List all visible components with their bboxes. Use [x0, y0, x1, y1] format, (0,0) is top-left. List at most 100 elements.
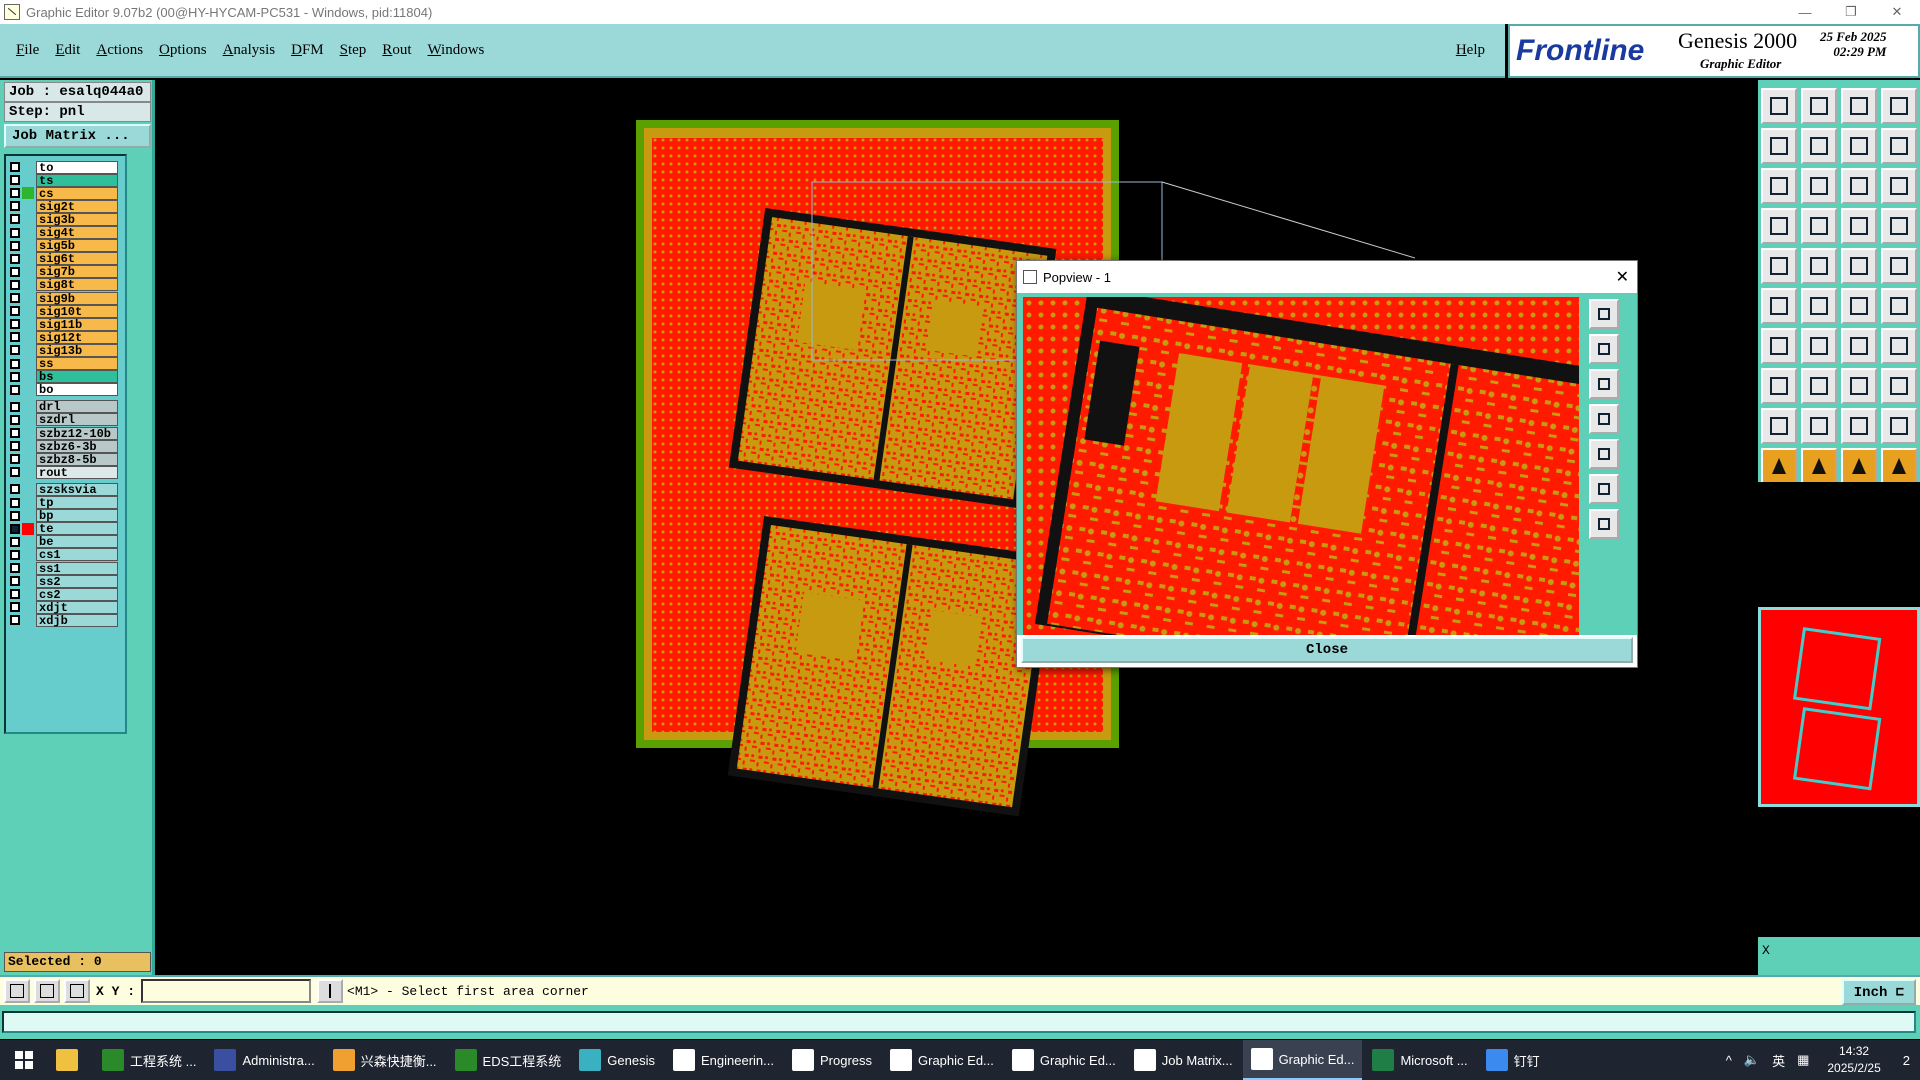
layer-row-sig11b[interactable]: sig11b — [10, 317, 126, 331]
layer-row-sig7b[interactable]: sig7b — [10, 265, 126, 279]
layer-color-swatch[interactable] — [22, 440, 34, 452]
layer-row-sig12t[interactable]: sig12t — [10, 330, 126, 344]
layer-checkbox[interactable] — [10, 454, 20, 465]
layer-checkbox[interactable] — [10, 549, 20, 560]
ime-indicator[interactable]: 英 — [1772, 1051, 1785, 1070]
layer-row-sig4t[interactable]: sig4t — [10, 226, 126, 240]
layer-name[interactable]: cs — [36, 186, 118, 200]
popview-window[interactable]: Popview - 1 ✕ Close — [1016, 260, 1638, 668]
popview-down-icon[interactable] — [1589, 369, 1619, 399]
layer-row-te[interactable]: te — [10, 522, 126, 536]
layer-checkbox[interactable] — [10, 615, 20, 626]
layer-checkbox[interactable] — [10, 484, 20, 495]
line-icon[interactable] — [1841, 248, 1877, 284]
dot-icon[interactable] — [1881, 248, 1917, 284]
layer-color-swatch[interactable] — [22, 292, 34, 304]
taskbar-item[interactable]: Engineerin... — [665, 1040, 782, 1080]
layer-row-xdjt[interactable]: xdjt — [10, 600, 126, 614]
cross-icon[interactable] — [1801, 288, 1837, 324]
draw-line-icon[interactable] — [1761, 328, 1797, 364]
layer-color-swatch[interactable] — [22, 497, 34, 509]
layer-checkbox[interactable] — [10, 510, 20, 521]
layer-name[interactable]: sig8t — [36, 278, 118, 292]
layer-checkbox[interactable] — [10, 536, 20, 547]
layer-color-swatch[interactable] — [22, 358, 34, 370]
layer-checkbox[interactable] — [10, 563, 20, 573]
layer-color-swatch[interactable] — [22, 575, 34, 587]
layer-row-szsksvia[interactable]: szsksvia — [10, 482, 126, 496]
menu-rout[interactable]: Rout — [382, 42, 411, 59]
volume-icon[interactable]: 🔈 — [1744, 1052, 1760, 1068]
menu-dfm[interactable]: DFM — [291, 42, 324, 59]
layer-row-sig8t[interactable]: sig8t — [10, 278, 126, 292]
taskbar-item[interactable]: 兴森快捷衡... — [325, 1040, 445, 1080]
zoom-home-icon[interactable] — [1801, 168, 1837, 204]
taskbar-item[interactable]: 工程系统 ... — [94, 1040, 204, 1080]
slash-icon[interactable] — [1801, 328, 1837, 364]
layer-checkbox[interactable] — [10, 319, 20, 330]
taskbar-item[interactable]: EDS工程系统 — [447, 1040, 570, 1080]
layer-checkbox[interactable] — [10, 576, 20, 587]
layer-name[interactable]: rout — [36, 465, 118, 479]
layer-checkbox[interactable] — [10, 175, 20, 186]
connect-icon[interactable] — [1841, 288, 1877, 324]
popview-zoomed-image[interactable] — [1023, 297, 1579, 635]
layer-color-swatch[interactable] — [22, 588, 34, 600]
xy-input[interactable] — [141, 979, 312, 1003]
layer-checkbox[interactable] — [10, 441, 20, 452]
layer-checkbox[interactable] — [10, 279, 20, 290]
layer-checkbox[interactable] — [10, 240, 20, 251]
layer-name[interactable]: bs — [36, 370, 118, 384]
layer-color-swatch[interactable] — [22, 453, 34, 465]
units-button[interactable]: Inch ⊏ — [1842, 979, 1916, 1005]
popview-close-button[interactable]: Close — [1021, 637, 1633, 663]
layer-name[interactable]: bp — [36, 509, 118, 523]
layer-name[interactable]: sig10t — [36, 304, 118, 318]
layer-name[interactable]: bo — [36, 383, 118, 397]
layer-row-sig13b[interactable]: sig13b — [10, 343, 126, 357]
layer-name[interactable]: sig4t — [36, 226, 118, 239]
taskbar-item[interactable]: Graphic Ed... — [1004, 1040, 1124, 1080]
layer-row-cs2[interactable]: cs2 — [10, 587, 126, 601]
layer-row-xdjb[interactable]: xdjb — [10, 613, 126, 627]
taskbar-item[interactable]: Job Matrix... — [1126, 1040, 1241, 1080]
layer-color-swatch[interactable] — [22, 213, 34, 225]
layer-checkbox[interactable] — [10, 306, 20, 317]
layer-checkbox[interactable] — [10, 293, 20, 303]
layer-checkbox[interactable] — [10, 253, 20, 264]
home-icon[interactable] — [1841, 88, 1877, 124]
layer-name[interactable]: szdrl — [36, 413, 118, 427]
select-arrow-4-icon[interactable] — [1881, 448, 1917, 484]
layer-row-sig10t[interactable]: sig10t — [10, 304, 126, 318]
layer-checkbox[interactable] — [10, 467, 20, 478]
layer-name[interactable]: ts — [36, 173, 118, 187]
layer-color-swatch[interactable] — [22, 305, 34, 317]
layer-name[interactable]: sig7b — [36, 265, 118, 279]
layer-checkbox[interactable] — [10, 188, 20, 199]
align-icon[interactable] — [1881, 328, 1917, 364]
menu-options[interactable]: Options — [159, 42, 207, 59]
layer-color-swatch[interactable] — [22, 536, 34, 548]
menu-step[interactable]: Step — [340, 42, 367, 59]
layer-checkbox[interactable] — [10, 523, 20, 534]
layer-checkbox[interactable] — [10, 497, 20, 508]
layer-row-cs1[interactable]: cs1 — [10, 548, 126, 562]
taskbar-item[interactable]: 钉钉 — [1478, 1040, 1548, 1080]
open-step-icon[interactable] — [1761, 88, 1797, 124]
connect-2-icon[interactable] — [1881, 288, 1917, 324]
cursor-icon[interactable] — [317, 979, 344, 1003]
layer-color-swatch[interactable] — [22, 253, 34, 265]
layer-name[interactable]: te — [36, 522, 118, 536]
layer-color-swatch[interactable] — [22, 510, 34, 522]
tray-chevron-icon[interactable]: ^ — [1726, 1053, 1732, 1068]
start-button[interactable] — [0, 1040, 48, 1080]
layer-row-sig3b[interactable]: sig3b — [10, 212, 126, 226]
layer-checkbox[interactable] — [10, 589, 20, 600]
layer-checkbox[interactable] — [10, 162, 20, 172]
layer-name[interactable]: xdjt — [36, 600, 118, 614]
layer-row-sig2t[interactable]: sig2t — [10, 199, 126, 213]
zoom-fit-icon[interactable] — [1841, 128, 1877, 164]
overview-minimap[interactable] — [1758, 607, 1920, 807]
layer-color-swatch[interactable] — [22, 318, 34, 330]
layer-row-drl[interactable]: drl — [10, 400, 126, 414]
